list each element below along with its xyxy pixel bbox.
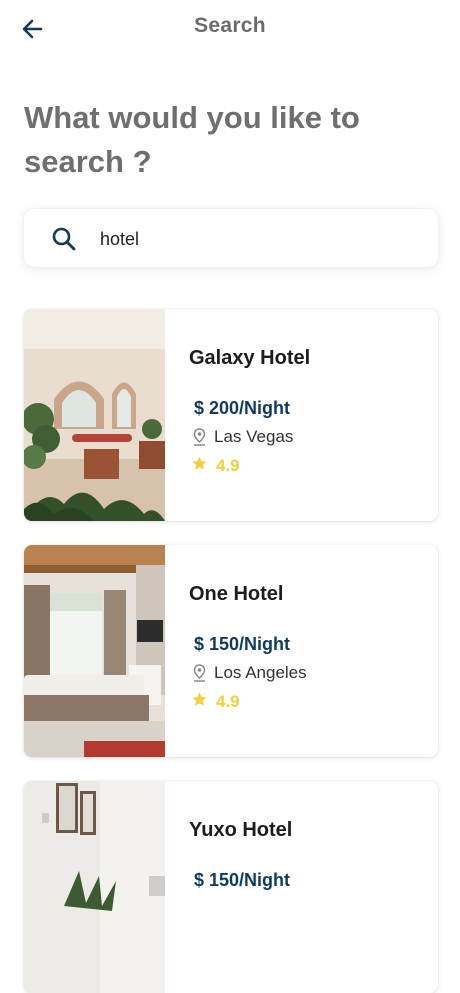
- location-pin-icon: [193, 664, 206, 682]
- search-input[interactable]: [98, 223, 422, 255]
- hotel-name: Yuxo Hotel: [189, 819, 293, 841]
- header: Search: [0, 0, 460, 60]
- hotel-rating: 4.9: [191, 455, 240, 477]
- location-text: Los Angeles: [214, 663, 307, 682]
- location-pin-icon: [193, 428, 206, 446]
- hotel-photo: [24, 309, 165, 521]
- location-text: Las Vegas: [214, 427, 294, 446]
- page-title: Search: [194, 14, 266, 37]
- rating-value: 4.9: [216, 692, 240, 711]
- hotel-rating: 4.9: [191, 691, 240, 713]
- star-icon: [191, 455, 208, 477]
- hotel-info: Galaxy Hotel $ 200/Night Las Vegas 4.9: [189, 309, 438, 521]
- hotel-card[interactable]: Galaxy Hotel $ 200/Night Las Vegas 4.9: [24, 309, 438, 521]
- hotel-location: Los Angeles: [193, 663, 307, 683]
- hotel-info: Yuxo Hotel $ 150/Night: [189, 781, 438, 993]
- hotel-info: One Hotel $ 150/Night Los Angeles 4.9: [189, 545, 438, 757]
- hotel-photo: [24, 545, 165, 757]
- hotel-location: Las Vegas: [193, 427, 293, 447]
- hotel-price: $ 150/Night: [194, 634, 291, 654]
- hotel-price: $ 150/Night: [194, 870, 291, 890]
- search-bar[interactable]: [24, 209, 438, 267]
- hotel-price: $ 200/Night: [194, 398, 291, 418]
- star-icon: [191, 691, 208, 713]
- hotel-photo: [24, 781, 165, 993]
- search-headline: What would you like to search ?: [24, 100, 360, 179]
- hotel-name: Galaxy Hotel: [189, 347, 311, 369]
- hotel-name: One Hotel: [189, 583, 284, 605]
- hotel-card[interactable]: Yuxo Hotel $ 150/Night: [24, 781, 438, 993]
- search-icon: [52, 227, 76, 251]
- rating-value: 4.9: [216, 456, 240, 475]
- hotel-card[interactable]: One Hotel $ 150/Night Los Angeles 4.9: [24, 545, 438, 757]
